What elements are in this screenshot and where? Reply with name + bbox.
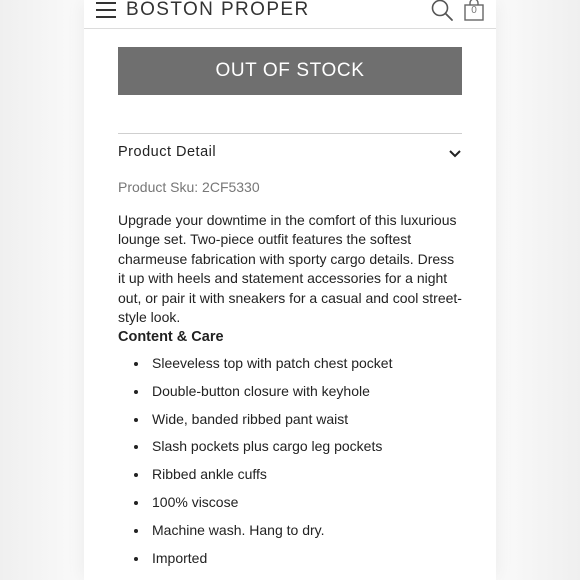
product-description: Upgrade your downtime in the comfort of … [118,212,462,326]
out-of-stock-button[interactable]: OUT OF STOCK [118,47,462,95]
bullet-icon [134,362,138,366]
list-item: Sleeveless top with patch chest pocket [118,355,462,383]
list-item: Slash pockets plus cargo leg pockets [118,438,462,466]
brand-logo[interactable]: BOSTON PROPER [126,0,310,21]
list-item: 100% viscose [118,494,462,522]
bullet-icon [134,473,138,478]
section-divider [118,133,462,134]
hamburger-menu-icon[interactable] [96,2,116,18]
product-detail-title: Product Detail [118,144,217,160]
content-care-list: Sleeveless top with patch chest pocket D… [118,355,462,577]
content-care-title: Content & Care [118,329,224,345]
bullet-icon [134,417,138,422]
list-item: Ribbed ankle cuffs [118,466,462,494]
shopping-bag-icon[interactable]: 0 [462,0,486,22]
chevron-down-icon[interactable] [448,146,462,160]
list-item: Wide, banded ribbed pant waist [118,411,462,439]
bullet-icon [134,389,138,394]
bullet-icon [134,445,138,450]
bullet-icon [134,500,138,505]
list-item: Imported [118,550,462,578]
list-item: Double-button closure with keyhole [118,383,462,411]
product-sku: Product Sku: 2CF5330 [118,179,260,195]
cart-count: 0 [471,5,477,16]
bullet-icon [134,556,138,561]
product-detail-toggle[interactable]: Product Detail [118,144,462,164]
search-icon[interactable] [430,0,454,22]
bullet-icon [134,528,138,533]
list-item: Machine wash. Hang to dry. [118,522,462,550]
mobile-page: BOSTON PROPER 0 OUT OF STOCK Product Det… [84,0,496,580]
site-header: BOSTON PROPER 0 [84,0,496,29]
